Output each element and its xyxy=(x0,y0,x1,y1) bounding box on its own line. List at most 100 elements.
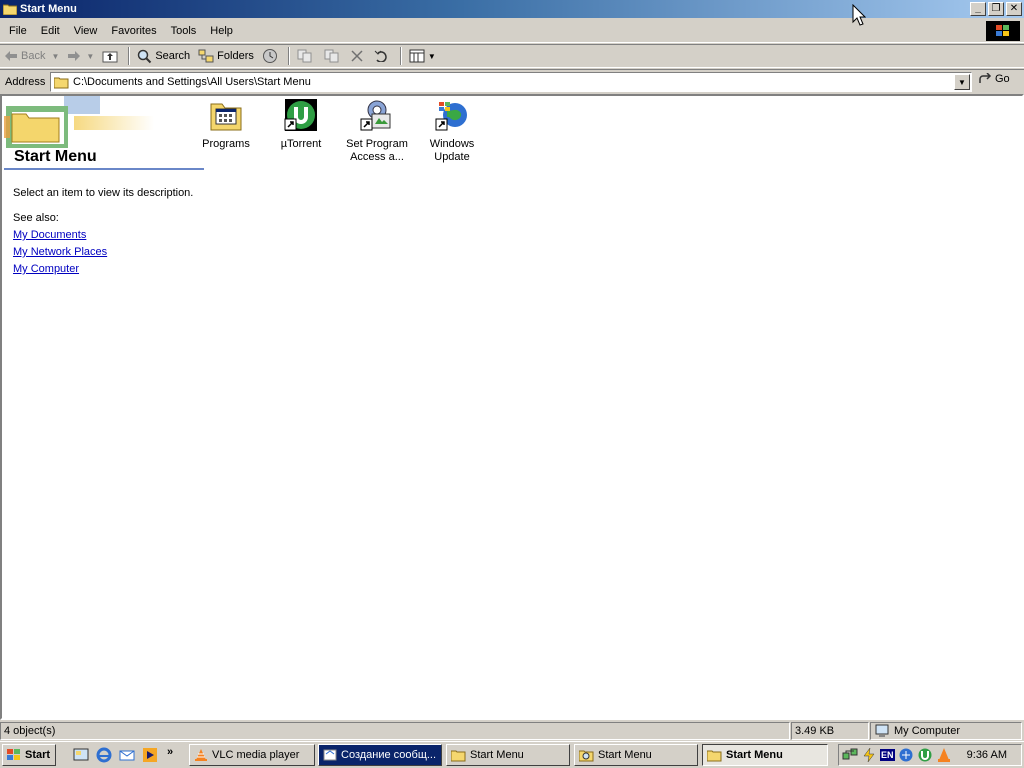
status-bar: 4 object(s) 3.49 KB My Computer xyxy=(0,721,1024,741)
folder-icon xyxy=(451,750,466,761)
item-programs[interactable]: Programs xyxy=(188,98,264,151)
link-my-documents[interactable]: My Documents xyxy=(13,229,86,241)
menu-file[interactable]: File xyxy=(0,25,34,37)
address-dropdown-button[interactable]: ▼ xyxy=(954,74,970,90)
address-value: C:\Documents and Settings\All Users\Star… xyxy=(73,76,311,88)
up-folder-icon xyxy=(102,51,118,63)
task-start-menu-1[interactable]: Start Menu xyxy=(446,744,570,766)
menu-edit[interactable]: Edit xyxy=(34,25,67,37)
task-message-window[interactable]: Создание сообщ... xyxy=(318,744,442,766)
item-label: µTorrent xyxy=(280,138,322,150)
task-label: Start Menu xyxy=(726,749,783,761)
outlook-express-icon[interactable] xyxy=(119,747,135,766)
title-divider xyxy=(4,168,204,170)
menu-tools[interactable]: Tools xyxy=(164,25,204,37)
item-label-line1: Windows xyxy=(429,138,475,150)
folder-view[interactable]: Start Menu Select an item to view its de… xyxy=(0,94,1024,720)
power-icon[interactable] xyxy=(861,747,877,763)
status-zone: My Computer xyxy=(870,722,1022,740)
undo-icon xyxy=(374,50,387,62)
address-bar: Address C:\Documents and Settings\All Us… xyxy=(0,69,1024,93)
search-button[interactable]: Search xyxy=(133,45,194,67)
start-button[interactable]: Start xyxy=(2,744,56,766)
delete-button[interactable] xyxy=(347,45,370,67)
history-icon xyxy=(262,49,277,63)
folders-label: Folders xyxy=(217,50,254,62)
programs-folder-icon xyxy=(209,98,243,132)
history-button[interactable] xyxy=(258,45,285,67)
item-label-line1: Set Program xyxy=(346,138,408,150)
utorrent-shortcut-icon xyxy=(284,98,318,132)
taskbar: Start » VLC media player Создание сообщ.… xyxy=(0,741,1024,768)
close-button[interactable]: ✕ xyxy=(1006,2,1022,16)
standard-toolbar: Back ▼ ▼ Search Folders ▼ xyxy=(0,44,1024,68)
back-button[interactable]: Back ▼ xyxy=(0,45,63,67)
description-text: Select an item to view its description. xyxy=(13,187,194,199)
internet-explorer-icon[interactable] xyxy=(96,747,112,766)
undo-button[interactable] xyxy=(370,45,397,67)
task-label: Start Menu xyxy=(470,749,524,761)
folder-icon xyxy=(54,77,69,88)
link-my-network-places[interactable]: My Network Places xyxy=(13,246,107,258)
folders-icon xyxy=(198,49,214,63)
vlc-tray-icon[interactable] xyxy=(936,747,952,763)
task-label: VLC media player xyxy=(212,749,300,761)
folder-icon xyxy=(707,750,722,761)
vlc-icon xyxy=(195,749,207,761)
my-computer-icon xyxy=(875,724,889,737)
forward-dropdown-icon[interactable]: ▼ xyxy=(86,52,94,61)
mouse-cursor-icon xyxy=(852,4,866,26)
item-label-line2: Access a... xyxy=(350,151,404,163)
forward-arrow-icon xyxy=(68,51,81,61)
set-program-access-shortcut-icon xyxy=(360,98,394,132)
show-desktop-icon[interactable] xyxy=(73,747,89,766)
back-arrow-icon xyxy=(5,51,17,61)
menu-help[interactable]: Help xyxy=(203,25,240,37)
see-also-label: See also: xyxy=(13,212,59,224)
go-arrow-icon xyxy=(979,73,992,83)
windows-logo-icon xyxy=(7,749,20,760)
update-globe-icon[interactable] xyxy=(898,747,914,763)
task-label: Start Menu xyxy=(598,749,652,761)
copy-to-button[interactable] xyxy=(320,45,347,67)
item-set-program-access[interactable]: Set Program Access a... xyxy=(339,98,415,164)
utorrent-tray-icon[interactable] xyxy=(917,747,933,763)
page-title: Start Menu xyxy=(14,148,97,165)
restore-button[interactable]: ❐ xyxy=(988,2,1004,16)
go-button[interactable]: Go xyxy=(978,73,1010,85)
item-label-line2: Update xyxy=(434,151,470,163)
folders-button[interactable]: Folders xyxy=(194,45,258,67)
browser-window-icon xyxy=(323,749,337,761)
task-start-menu-2[interactable]: Start Menu xyxy=(574,744,698,766)
item-windows-update[interactable]: Windows Update xyxy=(414,98,490,164)
address-input[interactable]: C:\Documents and Settings\All Users\Star… xyxy=(50,72,972,92)
title-bar[interactable]: Start Menu _ ❐ ✕ xyxy=(0,0,1024,18)
network-icon[interactable] xyxy=(842,747,858,763)
media-player-icon[interactable] xyxy=(142,747,158,766)
back-label: Back xyxy=(21,50,46,62)
toolbar-separator xyxy=(128,47,131,65)
minimize-button[interactable]: _ xyxy=(970,2,986,16)
item-utorrent[interactable]: µTorrent xyxy=(263,98,339,151)
views-button[interactable]: ▼ xyxy=(405,45,440,67)
forward-button[interactable]: ▼ xyxy=(63,45,98,67)
link-my-computer[interactable]: My Computer xyxy=(13,263,79,275)
menu-bar: File Edit View Favorites Tools Help xyxy=(0,19,1024,43)
status-size: 3.49 KB xyxy=(791,722,869,740)
clock[interactable]: 9:36 AM xyxy=(967,749,1007,761)
views-dropdown-icon[interactable]: ▼ xyxy=(428,52,436,61)
copy-to-icon xyxy=(324,49,339,63)
item-label: Programs xyxy=(202,138,250,150)
back-dropdown-icon[interactable]: ▼ xyxy=(51,52,59,61)
quicklaunch-more-icon[interactable]: » xyxy=(167,746,173,758)
search-label: Search xyxy=(155,50,191,62)
up-folder-button[interactable] xyxy=(98,45,125,67)
status-object-count: 4 object(s) xyxy=(0,722,790,740)
menu-view[interactable]: View xyxy=(67,25,105,37)
search-folder-icon xyxy=(579,750,594,761)
task-start-menu-active[interactable]: Start Menu xyxy=(702,744,828,766)
move-to-button[interactable] xyxy=(293,45,320,67)
task-vlc[interactable]: VLC media player xyxy=(189,744,315,766)
menu-favorites[interactable]: Favorites xyxy=(104,25,163,37)
language-indicator[interactable]: EN xyxy=(880,749,895,761)
